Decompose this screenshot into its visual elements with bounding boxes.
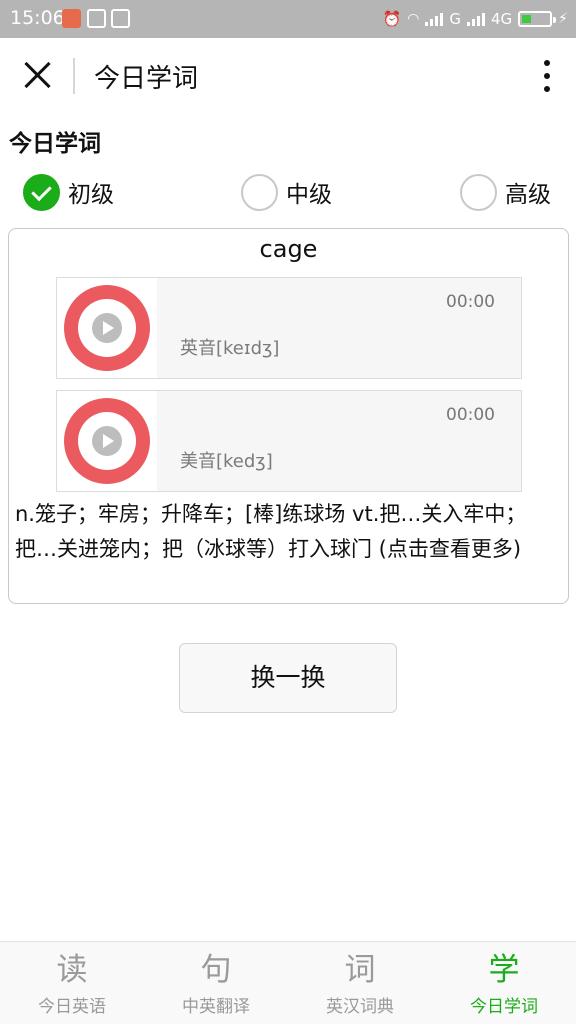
tab-bar: 读 今日英语 句 中英翻译 词 英汉词典 学 今日学词 <box>0 941 576 1024</box>
tab-label: 今日学词 <box>470 997 538 1017</box>
level-label: 中级 <box>286 182 332 208</box>
audio-player-uk[interactable]: 00:00 英音[keɪdʒ] <box>56 277 522 379</box>
tab-dictionary[interactable]: 词 英汉词典 <box>288 942 432 1024</box>
audio-duration: 00:00 <box>446 292 495 312</box>
word-text: cage <box>259 235 318 263</box>
screenshot-icon <box>87 9 106 28</box>
level-label: 初级 <box>68 182 114 208</box>
tab-translation[interactable]: 句 中英翻译 <box>144 942 288 1024</box>
wifi-icon: ◠ <box>407 11 420 27</box>
record-icon <box>64 285 150 371</box>
audio-poster <box>57 391 157 491</box>
tab-daily-word[interactable]: 学 今日学词 <box>432 942 576 1024</box>
word-card: cage 00:00 英音[keɪdʒ] 00:00 美音[kedʒ] n.笼子… <box>8 228 569 604</box>
app-notification-icon <box>62 9 81 28</box>
tab-label: 英汉词典 <box>326 997 394 1017</box>
audio-player-us[interactable]: 00:00 美音[kedʒ] <box>56 390 522 492</box>
radio-unchecked-icon[interactable] <box>460 173 497 211</box>
radio-unchecked-icon[interactable] <box>241 173 278 211</box>
play-icon[interactable] <box>92 426 122 456</box>
level-label: 高级 <box>505 182 551 208</box>
status-bar: 15:06 ⏰ ◠ G 4G ⚡ <box>0 0 576 38</box>
close-icon[interactable] <box>20 58 54 92</box>
refresh-word-button[interactable]: 换一换 <box>179 643 397 713</box>
battery-icon <box>518 11 557 27</box>
tab-label: 今日英语 <box>38 997 106 1017</box>
alarm-icon: ⏰ <box>382 10 402 28</box>
tab-label: 中英翻译 <box>182 997 250 1017</box>
phonetic-uk: 英音[keɪdʒ] <box>180 338 280 359</box>
word-definition[interactable]: n.笼子；牢房；升降车；[棒]练球场 vt.把…关入牢中；把…关进笼内；把（冰球… <box>11 497 567 567</box>
status-time: 15:06 <box>10 7 65 29</box>
more-options-icon[interactable] <box>540 58 554 94</box>
tab-daily-english[interactable]: 读 今日英语 <box>0 942 144 1024</box>
read-icon: 读 <box>56 952 88 988</box>
title-bar: 今日学词 <box>0 38 576 112</box>
level-option-advanced[interactable]: 高级 <box>460 172 551 212</box>
sentence-icon: 句 <box>200 952 232 988</box>
signal-icon <box>466 12 485 26</box>
level-selector: 初级 中级 高级 <box>0 172 576 212</box>
learn-icon: 学 <box>488 952 520 988</box>
record-icon <box>64 398 150 484</box>
section-title: 今日学词 <box>9 131 101 157</box>
audio-duration: 00:00 <box>446 405 495 425</box>
storage-icon <box>111 9 130 28</box>
network-type-label: G <box>449 10 461 28</box>
word-icon: 词 <box>344 952 376 988</box>
level-option-intermediate[interactable]: 中级 <box>241 172 332 212</box>
signal-icon <box>425 12 444 26</box>
radio-checked-icon[interactable] <box>23 173 60 211</box>
title-divider <box>73 58 75 94</box>
level-option-beginner[interactable]: 初级 <box>23 172 114 212</box>
page-title: 今日学词 <box>94 64 199 94</box>
play-icon[interactable] <box>92 313 122 343</box>
network-type-label: 4G <box>490 10 513 28</box>
phonetic-us: 美音[kedʒ] <box>180 451 273 472</box>
status-indicators: ⏰ ◠ G 4G ⚡ <box>382 7 568 31</box>
audio-poster <box>57 278 157 378</box>
charging-icon: ⚡ <box>558 11 568 27</box>
